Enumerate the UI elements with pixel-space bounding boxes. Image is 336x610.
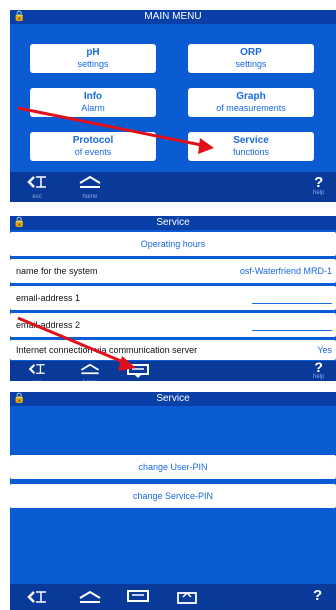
button-title: Service <box>233 135 269 146</box>
button-label: change User-PIN <box>138 462 208 472</box>
change-user-pin-button[interactable]: change User-PIN <box>10 455 336 479</box>
keyboard-icon <box>127 590 149 602</box>
orp-settings-button[interactable]: ORP settings <box>188 44 314 73</box>
graph-button[interactable]: Graph of measurements <box>188 88 314 117</box>
row-label: name for the system <box>16 266 98 276</box>
home-label: home <box>78 380 102 381</box>
service-pin-titlebar: 🔒 Service <box>10 392 336 406</box>
button-subtitle: of measurements <box>216 103 286 113</box>
footer-bar: esc home ? help <box>10 359 336 381</box>
info-alarm-button[interactable]: Info Alarm <box>30 88 156 117</box>
esc-button[interactable]: esc <box>26 175 48 201</box>
help-button[interactable]: ? help <box>313 359 325 381</box>
home-icon <box>79 590 101 603</box>
main-menu-screen: 🔒 MAIN MENU pH settings ORP settings Inf… <box>10 10 336 202</box>
button-title: ORP <box>240 47 262 58</box>
operating-hours-label: Operating hours <box>140 239 206 249</box>
help-button[interactable]: ? help <box>313 175 324 197</box>
button-subtitle: of events <box>74 147 112 157</box>
lock-icon[interactable]: 🔒 <box>13 10 25 24</box>
keyboard-button[interactable] <box>126 589 152 610</box>
operating-hours-button[interactable]: Operating hours <box>10 232 336 256</box>
system-name-row[interactable]: name for the system osf-Waterfriend MRD-… <box>10 259 336 283</box>
row-value: Yes <box>317 345 332 355</box>
screen-title: Service <box>156 217 190 228</box>
button-subtitle: functions <box>232 147 270 157</box>
back-icon <box>27 176 46 188</box>
main-menu-titlebar: 🔒 MAIN MENU <box>10 10 336 24</box>
help-icon: ? <box>314 359 323 375</box>
protocol-button[interactable]: Protocol of events <box>30 132 156 161</box>
button-label: change Service-PIN <box>132 491 214 501</box>
service-titlebar: 🔒 Service <box>10 216 336 230</box>
footer-bar: esc home ? help <box>10 172 336 202</box>
help-button[interactable]: ? <box>313 588 322 603</box>
button-title: pH <box>86 47 100 58</box>
button-subtitle: settings <box>77 59 109 69</box>
service-functions-button[interactable]: Service functions <box>188 132 314 161</box>
button-title: Info <box>83 91 103 102</box>
back-icon <box>27 591 46 603</box>
home-button[interactable]: home <box>78 362 102 381</box>
email-address-2-row[interactable]: email-address 2 <box>10 313 336 337</box>
footer-bar: ? <box>10 584 336 610</box>
ph-settings-button[interactable]: pH settings <box>30 44 156 73</box>
keyboard-icon <box>127 364 149 378</box>
home-icon <box>80 363 100 375</box>
home-icon <box>79 175 101 188</box>
keyboard-up-button[interactable] <box>176 589 198 610</box>
esc-label: esc <box>26 380 48 381</box>
email-1-input-field[interactable] <box>252 303 332 304</box>
esc-button[interactable]: esc <box>26 362 48 381</box>
lock-icon[interactable]: 🔒 <box>13 216 25 230</box>
help-label: help <box>313 374 325 380</box>
button-subtitle: Alarm <box>81 103 105 113</box>
service-pin-screen: 🔒 Service change User-PIN change Service… <box>10 392 336 610</box>
service-screen: 🔒 Service Operating hours name for the s… <box>10 216 336 381</box>
keyboard-button[interactable] <box>126 363 152 381</box>
email-address-1-row[interactable]: email-address 1 <box>10 286 336 310</box>
home-button[interactable] <box>78 590 102 609</box>
row-label: Internet connection via communication se… <box>16 345 198 355</box>
change-service-pin-button[interactable]: change Service-PIN <box>10 484 336 508</box>
row-label: email-address 2 <box>16 320 81 330</box>
row-label: email-address 1 <box>16 293 81 303</box>
esc-button[interactable] <box>26 590 48 609</box>
back-icon <box>28 363 45 375</box>
button-title: Protocol <box>72 135 114 146</box>
home-button[interactable]: home <box>78 175 102 201</box>
row-value: osf-Waterfriend MRD-1 <box>239 266 332 276</box>
help-label: help <box>313 190 325 196</box>
lock-icon[interactable]: 🔒 <box>13 392 25 406</box>
button-title: Graph <box>236 91 266 102</box>
help-icon: ? <box>313 587 323 604</box>
screen-title: MAIN MENU <box>144 11 202 22</box>
keyboard-up-icon <box>177 591 197 604</box>
screen-title: Service <box>156 393 190 404</box>
internet-connection-row[interactable]: Internet connection via communication se… <box>10 340 336 360</box>
email-2-input-field[interactable] <box>252 330 332 331</box>
esc-label: esc <box>32 194 42 200</box>
help-icon: ? <box>314 174 324 191</box>
home-label: home <box>82 194 98 200</box>
button-subtitle: settings <box>235 59 267 69</box>
